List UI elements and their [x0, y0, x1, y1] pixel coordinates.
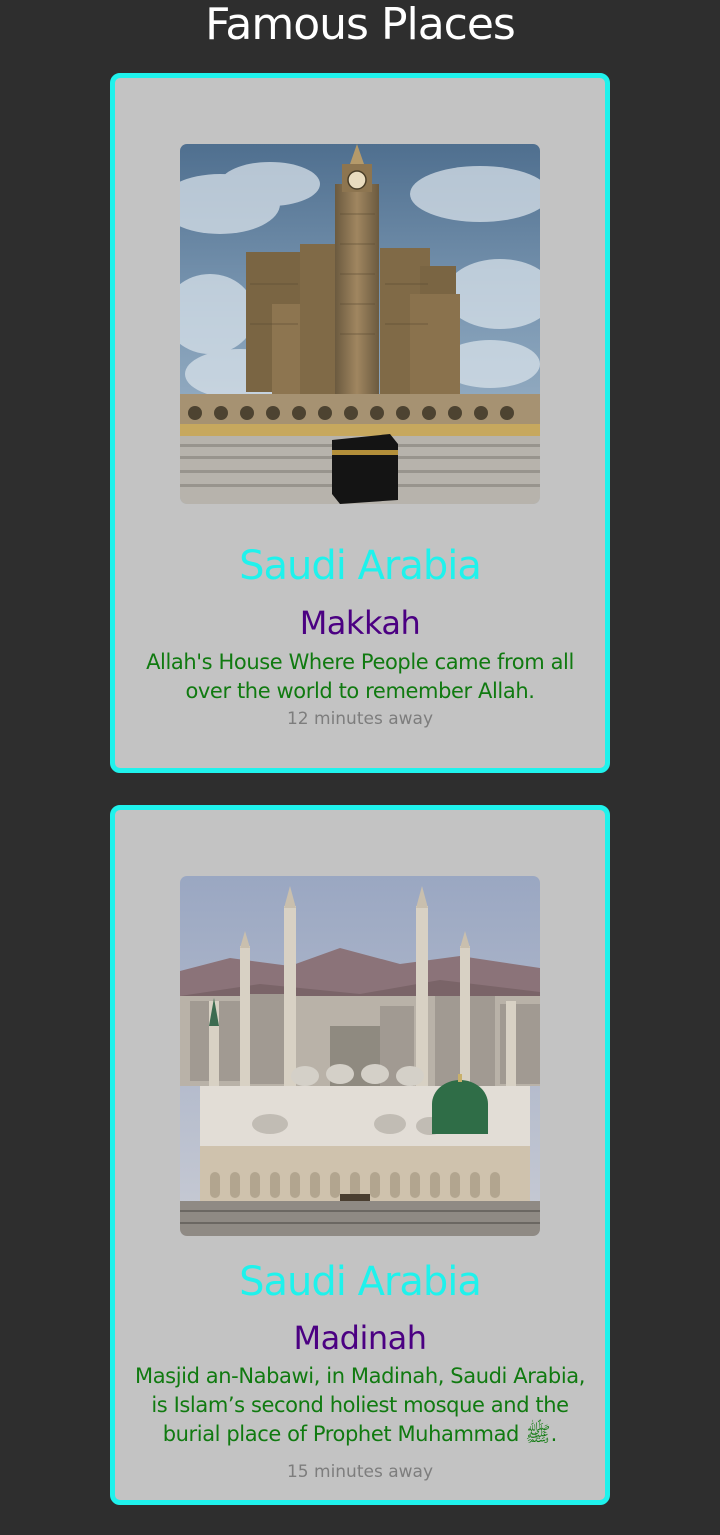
place-description: Allah's House Where People came from all… — [146, 650, 574, 703]
makkah-photo — [180, 144, 540, 504]
travel-time: 12 minutes away — [286, 709, 434, 729]
country-name: Saudi Arabia — [239, 1259, 482, 1305]
travel-time: 15 minutes away — [286, 1462, 434, 1482]
city-name: Makkah — [299, 604, 421, 642]
city-name: Madinah — [293, 1319, 427, 1357]
madinah-photo — [180, 876, 540, 1236]
place-description: Masjid an-Nabawi, in Madinah, Saudi Arab… — [134, 1364, 586, 1446]
place-card-madinah[interactable]: Saudi Arabia Madinah Masjid an-Nabawi, i… — [110, 805, 610, 1505]
country-name: Saudi Arabia — [239, 543, 482, 589]
page-title: Famous Places — [205, 0, 516, 50]
place-card-makkah[interactable]: Saudi Arabia Makkah Allah's House Where … — [110, 73, 610, 773]
